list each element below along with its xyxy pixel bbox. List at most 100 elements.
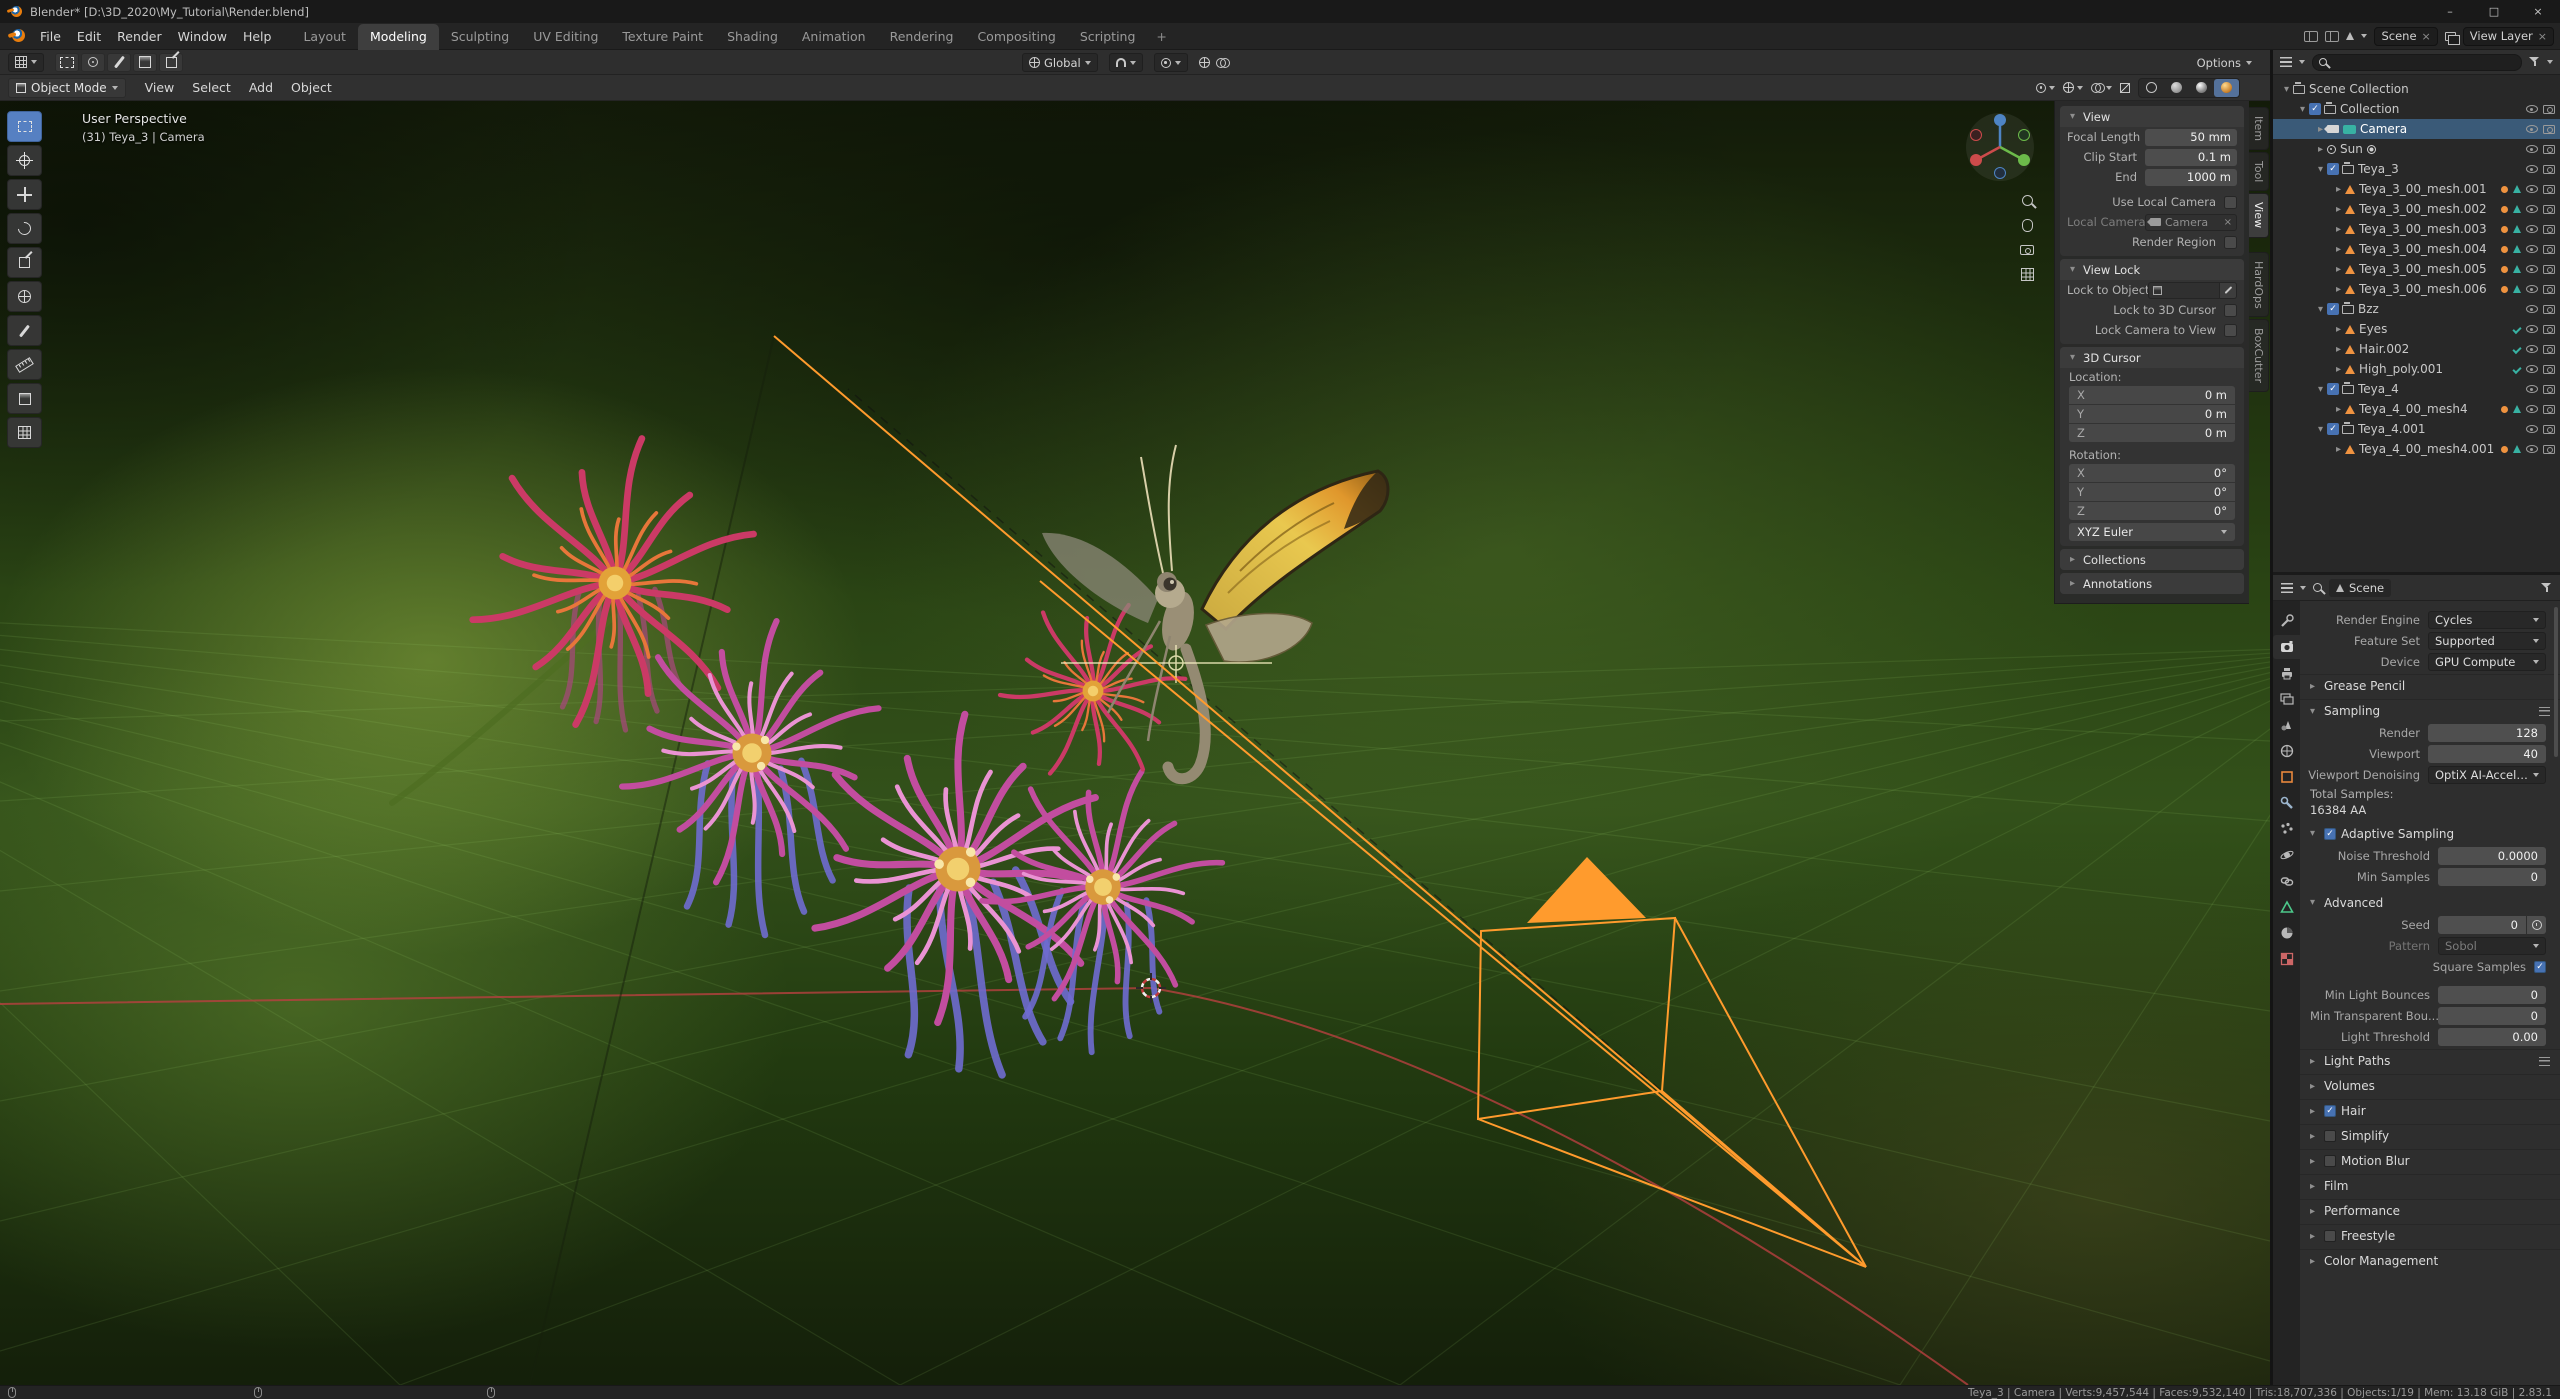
chevron-down-icon[interactable]: ▾ xyxy=(2280,84,2293,95)
disable-render-icon[interactable] xyxy=(2543,244,2555,254)
tab-data-properties[interactable] xyxy=(2273,895,2300,919)
noise-threshold-field[interactable]: 0.0000 xyxy=(2438,847,2546,865)
outliner-row-scene-collection[interactable]: ▾ Scene Collection xyxy=(2273,79,2560,99)
chevron-right-icon[interactable]: ▸ xyxy=(2332,444,2345,455)
disable-render-icon[interactable] xyxy=(2543,344,2555,354)
window-layout-icon[interactable] xyxy=(2304,30,2319,42)
chevron-down-icon[interactable]: ▾ xyxy=(2314,384,2327,395)
select-subtract-button[interactable] xyxy=(159,52,183,72)
disable-render-icon[interactable] xyxy=(2543,404,2555,414)
disable-render-icon[interactable] xyxy=(2543,104,2555,114)
min-samples-field[interactable]: 0 xyxy=(2438,868,2546,886)
hair-checkbox[interactable]: ✓ xyxy=(2324,1105,2336,1117)
tab-boxcutter[interactable]: BoxCutter xyxy=(2249,319,2269,393)
overlays-dropdown[interactable] xyxy=(2091,83,2112,93)
tab-modifier-properties[interactable] xyxy=(2273,791,2300,815)
disable-render-icon[interactable] xyxy=(2543,144,2555,154)
view-layer-selector[interactable]: View Layer × xyxy=(2462,26,2554,46)
clip-end-field[interactable]: 1000 m xyxy=(2145,168,2237,186)
tab-material-properties[interactable] xyxy=(2273,921,2300,945)
hide-viewport-icon[interactable] xyxy=(2526,445,2538,453)
device-dropdown[interactable]: GPU Compute xyxy=(2428,653,2546,671)
chevron-right-icon[interactable]: ▸ xyxy=(2332,224,2345,235)
tab-uv-editing[interactable]: UV Editing xyxy=(521,24,610,50)
lock-camera-checkbox[interactable] xyxy=(2224,323,2237,337)
denoising-dropdown[interactable]: OptiX AI-Accelerat... xyxy=(2428,766,2546,784)
tool-move[interactable] xyxy=(7,179,42,210)
viewport-samples-field[interactable]: 40 xyxy=(2428,745,2546,763)
seed-animate-button[interactable] xyxy=(2527,916,2546,934)
chevron-right-icon[interactable]: ▸ xyxy=(2332,404,2345,415)
light-threshold-field[interactable]: 0.00 xyxy=(2438,1028,2546,1046)
outliner-row-mesh005[interactable]: ▸ Teya_3_00_mesh.005 xyxy=(2273,259,2560,279)
transform-orientation-dropdown[interactable]: Global xyxy=(1022,53,1098,72)
hide-viewport-icon[interactable] xyxy=(2526,285,2538,293)
scrollbar[interactable] xyxy=(2554,607,2558,757)
chevron-right-icon[interactable]: ▸ xyxy=(2332,184,2345,195)
cursor-rot-x[interactable]: X 0° xyxy=(2069,464,2235,482)
section-performance[interactable]: ▸ Performance xyxy=(2300,1199,2560,1222)
collection-checkbox[interactable]: ✓ xyxy=(2327,383,2339,395)
hide-viewport-icon[interactable] xyxy=(2526,165,2538,173)
select-box-mode-button[interactable] xyxy=(55,52,79,72)
menu-edit[interactable]: Edit xyxy=(69,23,109,50)
search-icon[interactable] xyxy=(2313,583,2322,592)
adaptive-sampling-checkbox[interactable]: ✓ xyxy=(2324,827,2336,840)
tab-object-properties[interactable] xyxy=(2273,765,2300,789)
filter-funnel-icon[interactable] xyxy=(2529,57,2540,67)
hide-viewport-icon[interactable] xyxy=(2526,125,2538,133)
outliner-row-teya4001-mesh[interactable]: ▸ Teya_4_00_mesh4.001 xyxy=(2273,439,2560,459)
menu-window[interactable]: Window xyxy=(170,23,235,50)
panel-3d-cursor-header[interactable]: ▾ 3D Cursor xyxy=(2060,347,2244,368)
tab-texture-properties[interactable] xyxy=(2273,947,2300,971)
tab-view[interactable]: View xyxy=(2249,193,2269,238)
properties-editor-icon[interactable] xyxy=(2281,582,2293,593)
hide-viewport-icon[interactable] xyxy=(2526,205,2538,213)
collection-checkbox[interactable]: ✓ xyxy=(2327,303,2339,315)
tab-physics-properties[interactable] xyxy=(2273,843,2300,867)
outliner-search-input[interactable] xyxy=(2312,53,2522,71)
disable-render-icon[interactable] xyxy=(2543,204,2555,214)
min-transparent-field[interactable]: 0 xyxy=(2438,1007,2546,1025)
panel-view-header[interactable]: ▾ View xyxy=(2060,106,2244,127)
chevron-right-icon[interactable]: ▸ xyxy=(2332,244,2345,255)
hide-viewport-icon[interactable] xyxy=(2526,145,2538,153)
disable-render-icon[interactable] xyxy=(2543,304,2555,314)
section-motion-blur[interactable]: ▸ Motion Blur xyxy=(2300,1149,2560,1172)
transform-pivot-icon[interactable] xyxy=(1198,57,1210,68)
chevron-right-icon[interactable]: ▸ xyxy=(2332,364,2345,375)
viewport-menu-add[interactable]: Add xyxy=(240,80,282,95)
panel-menu-icon[interactable] xyxy=(2539,706,2550,716)
shading-solid-button[interactable] xyxy=(2164,79,2189,97)
scene-browse-icon[interactable] xyxy=(2361,34,2368,38)
rotation-mode-dropdown[interactable]: XYZ Euler xyxy=(2069,523,2235,541)
chevron-right-icon[interactable]: ▸ xyxy=(2332,324,2345,335)
disable-render-icon[interactable] xyxy=(2543,264,2555,274)
outliner-row-mesh004[interactable]: ▸ Teya_3_00_mesh.004 xyxy=(2273,239,2560,259)
menu-help[interactable]: Help xyxy=(235,23,280,50)
cursor-rot-z[interactable]: Z 0° xyxy=(2069,502,2235,520)
render-region-checkbox[interactable] xyxy=(2224,235,2237,249)
viewport-menu-object[interactable]: Object xyxy=(282,80,341,95)
chevron-down-icon[interactable]: ▾ xyxy=(2314,164,2327,175)
outliner-row-teya4001[interactable]: ▾ ✓ Teya_4.001 xyxy=(2273,419,2560,439)
tab-constraint-properties[interactable] xyxy=(2273,869,2300,893)
section-sampling[interactable]: ▾ Sampling xyxy=(2300,699,2560,722)
section-film[interactable]: ▸ Film xyxy=(2300,1174,2560,1197)
feature-set-dropdown[interactable]: Supported xyxy=(2428,632,2546,650)
close-button[interactable]: × xyxy=(2516,0,2560,23)
collection-checkbox[interactable]: ✓ xyxy=(2327,423,2339,435)
tab-particle-properties[interactable] xyxy=(2273,817,2300,841)
snap-target-icon[interactable] xyxy=(1215,58,1230,68)
tool-scale[interactable] xyxy=(7,247,42,278)
outliner-row-teya3[interactable]: ▾ ✓ Teya_3 xyxy=(2273,159,2560,179)
chevron-right-icon[interactable]: ▸ xyxy=(2314,144,2327,155)
min-light-bounces-field[interactable]: 0 xyxy=(2438,986,2546,1004)
hide-viewport-icon[interactable] xyxy=(2526,325,2538,333)
tool-extra[interactable] xyxy=(7,417,42,448)
panel-collections-header[interactable]: ▸ Collections xyxy=(2060,549,2244,570)
scene-unlink-icon[interactable]: × xyxy=(2422,30,2431,43)
outliner-row-mesh006[interactable]: ▸ Teya_3_00_mesh.006 xyxy=(2273,279,2560,299)
viewport-canvas[interactable]: User Perspective (31) Teya_3 | Camera ▾ … xyxy=(0,101,2270,1385)
minimize-button[interactable]: – xyxy=(2428,0,2472,23)
